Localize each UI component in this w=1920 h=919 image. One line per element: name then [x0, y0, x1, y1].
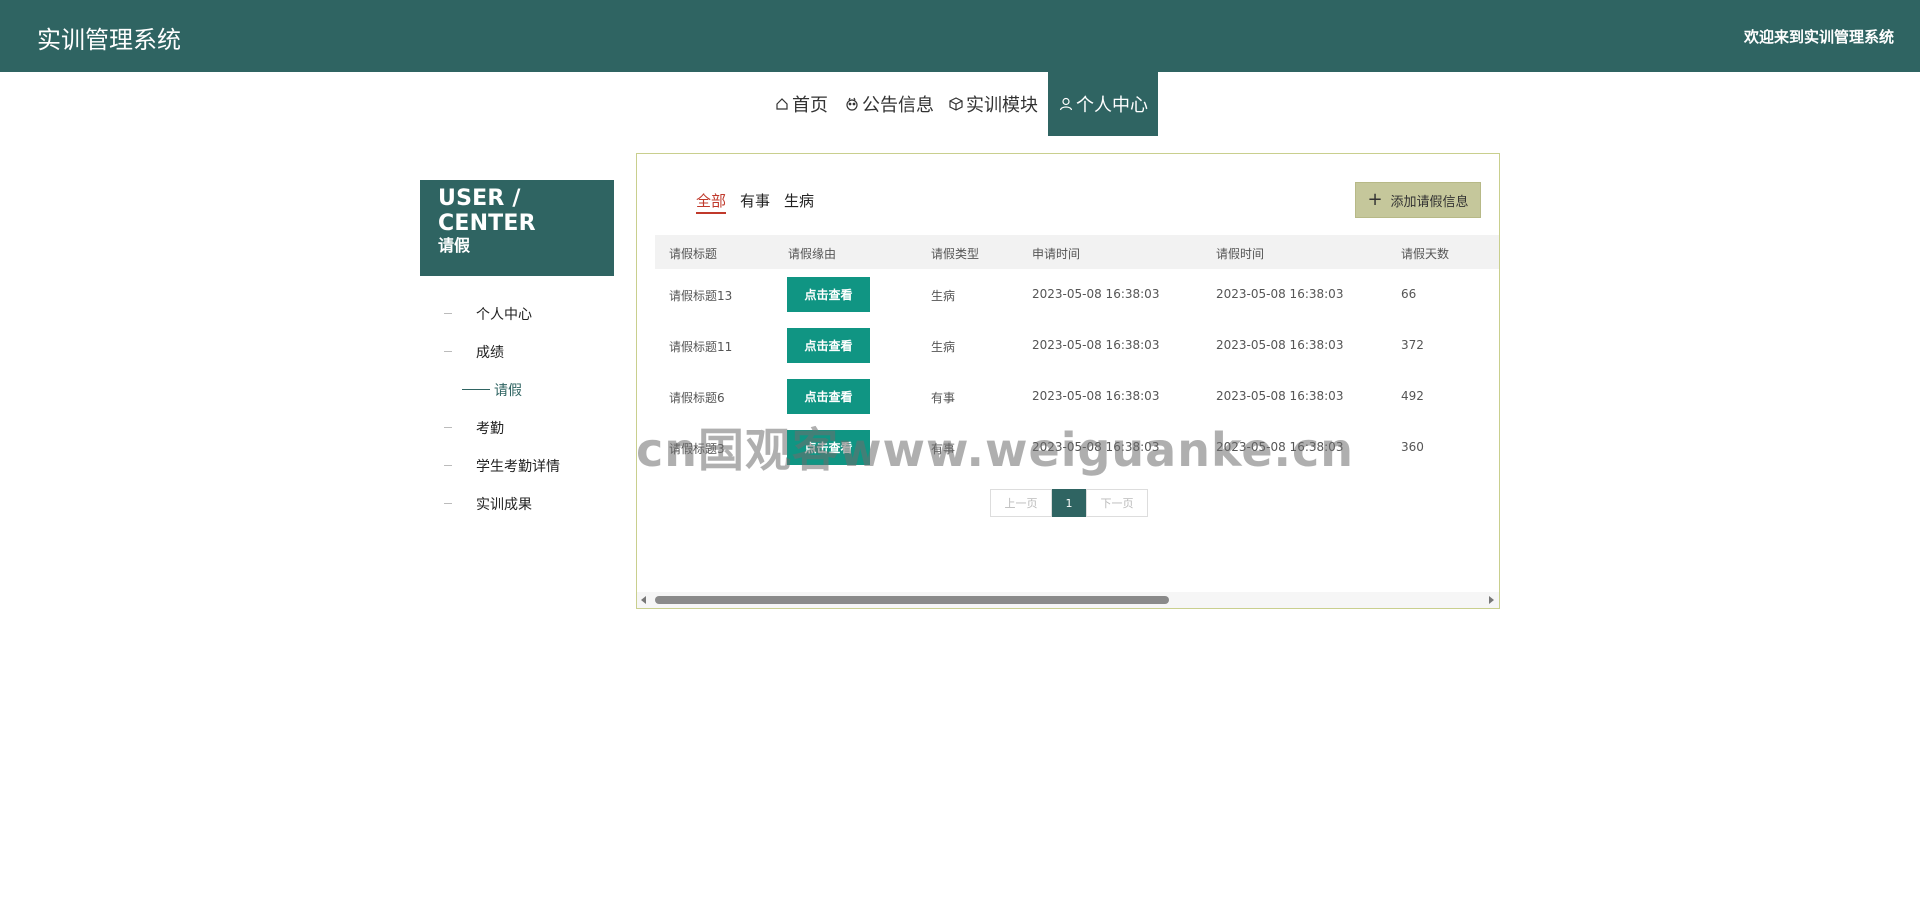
- dash-icon: [444, 503, 452, 504]
- table-header: 请假标题 请假缘由 请假类型 申请时间 请假时间 请假天数: [655, 235, 1499, 269]
- next-page-button[interactable]: 下一页: [1086, 489, 1148, 517]
- cell-leave-time: 2023-05-08 16:38:03: [1216, 287, 1344, 301]
- sidebar-header: USER / CENTER 请假: [420, 180, 614, 276]
- scrollbar-thumb[interactable]: [655, 596, 1169, 604]
- sidebar-item-label: 个人中心: [476, 307, 532, 323]
- table-row: 请假标题6 点击查看 有事 2023-05-08 16:38:03 2023-0…: [655, 371, 1499, 422]
- column-header: 请假标题: [669, 247, 718, 261]
- table-row: 请假标题11 点击查看 生病 2023-05-08 16:38:03 2023-…: [655, 320, 1499, 371]
- nav-item-notice[interactable]: 公告信息: [844, 72, 934, 136]
- cell-title: 请假标题6: [669, 391, 725, 405]
- sidebar-item-label: 成绩: [476, 345, 504, 361]
- nav-item-label: 个人中心: [1076, 95, 1148, 116]
- pagination: 上一页 1 下一页: [990, 489, 1148, 517]
- dash-icon: [462, 389, 490, 390]
- tab-all[interactable]: 全部: [696, 190, 727, 214]
- dash-icon: [444, 465, 452, 466]
- tab-personal[interactable]: 有事: [740, 190, 770, 214]
- sidebar-subtitle: 请假: [438, 236, 471, 255]
- cell-days: 360: [1401, 440, 1424, 454]
- sidebar-item-results[interactable]: 实训成果: [420, 485, 614, 523]
- welcome-text: 欢迎来到实训管理系统: [1743, 28, 1894, 46]
- column-header: 请假缘由: [788, 247, 837, 261]
- main-nav: 首页 公告信息 实训模块 个人中心: [0, 72, 1920, 136]
- scroll-left-icon[interactable]: [641, 596, 646, 604]
- nav-item-label: 实训模块: [966, 95, 1038, 116]
- content-panel: 全部 有事 生病 + 添加请假信息 请假标题 请假缘由 请假类型 申请时间 请假…: [636, 153, 1500, 609]
- sidebar-item-attendance[interactable]: 考勤: [420, 409, 614, 447]
- sidebar-item-user-center[interactable]: 个人中心: [420, 295, 614, 333]
- cell-title: 请假标题3: [669, 442, 725, 456]
- cell-days: 492: [1401, 389, 1424, 403]
- cell-leave-time: 2023-05-08 16:38:03: [1216, 389, 1344, 403]
- cell-leave-time: 2023-05-08 16:38:03: [1216, 440, 1344, 454]
- sidebar-item-label: 学生考勤详情: [476, 459, 560, 475]
- dash-icon: [444, 351, 452, 352]
- dash-icon: [444, 427, 452, 428]
- plus-icon: +: [1367, 189, 1383, 210]
- nav-item-label: 首页: [792, 95, 828, 116]
- cell-days: 372: [1401, 338, 1424, 352]
- cube-icon: [948, 96, 964, 112]
- view-button[interactable]: 点击查看: [787, 430, 870, 465]
- top-header: 实训管理系统 欢迎来到实训管理系统: [0, 0, 1920, 72]
- tab-sick[interactable]: 生病: [784, 190, 814, 214]
- sidebar-item-label: 请假: [494, 383, 522, 399]
- table-row: 请假标题3 点击查看 有事 2023-05-08 16:38:03 2023-0…: [655, 422, 1499, 473]
- horizontal-scrollbar[interactable]: [637, 592, 1499, 608]
- table-row: 请假标题13 点击查看 生病 2023-05-08 16:38:03 2023-…: [655, 269, 1499, 320]
- user-icon: [1058, 96, 1074, 112]
- cell-apply-time: 2023-05-08 16:38:03: [1032, 440, 1160, 454]
- nav-item-training[interactable]: 实训模块: [948, 72, 1038, 136]
- sidebar-item-label: 实训成果: [476, 497, 532, 513]
- nav-item-user-center[interactable]: 个人中心: [1048, 72, 1158, 136]
- app-title: 实训管理系统: [37, 26, 181, 54]
- sidebar-item-scores[interactable]: 成绩: [420, 333, 614, 371]
- cell-days: 66: [1401, 287, 1417, 301]
- home-icon: [774, 96, 790, 112]
- cell-apply-time: 2023-05-08 16:38:03: [1032, 338, 1160, 352]
- sidebar-item-attendance-details[interactable]: 学生考勤详情: [420, 447, 614, 485]
- cell-apply-time: 2023-05-08 16:38:03: [1032, 389, 1160, 403]
- nav-item-label: 公告信息: [862, 95, 934, 116]
- filter-tabs: 全部 有事 生病: [696, 190, 814, 214]
- sidebar-title: USER / CENTER: [438, 186, 536, 236]
- view-button[interactable]: 点击查看: [787, 379, 870, 414]
- nav-item-home[interactable]: 首页: [774, 72, 828, 136]
- cell-type: 有事: [931, 442, 956, 456]
- dash-icon: [444, 313, 452, 314]
- scroll-right-icon[interactable]: [1489, 596, 1494, 604]
- page-number-button[interactable]: 1: [1052, 489, 1086, 517]
- cell-type: 生病: [931, 289, 956, 303]
- view-button[interactable]: 点击查看: [787, 277, 870, 312]
- column-header: 请假类型: [931, 247, 980, 261]
- leave-table: 请假标题 请假缘由 请假类型 申请时间 请假时间 请假天数 请假标题13 点击查…: [655, 235, 1499, 473]
- prev-page-button[interactable]: 上一页: [990, 489, 1052, 517]
- view-button[interactable]: 点击查看: [787, 328, 870, 363]
- column-header: 请假天数: [1401, 247, 1450, 261]
- cell-title: 请假标题13: [669, 289, 733, 303]
- cell-type: 有事: [931, 391, 956, 405]
- sidebar-item-leave[interactable]: 请假: [420, 371, 614, 409]
- add-leave-button[interactable]: + 添加请假信息: [1355, 182, 1481, 218]
- cell-apply-time: 2023-05-08 16:38:03: [1032, 287, 1160, 301]
- cell-leave-time: 2023-05-08 16:38:03: [1216, 338, 1344, 352]
- add-leave-label: 添加请假信息: [1390, 194, 1469, 210]
- column-header: 申请时间: [1032, 247, 1081, 261]
- column-header: 请假时间: [1216, 247, 1265, 261]
- cell-title: 请假标题11: [669, 340, 733, 354]
- cell-type: 生病: [931, 340, 956, 354]
- notice-icon: [844, 96, 860, 112]
- sidebar-menu: 个人中心 成绩 请假 考勤 学生考勤详情 实训成果: [420, 295, 614, 523]
- sidebar-item-label: 考勤: [476, 421, 504, 437]
